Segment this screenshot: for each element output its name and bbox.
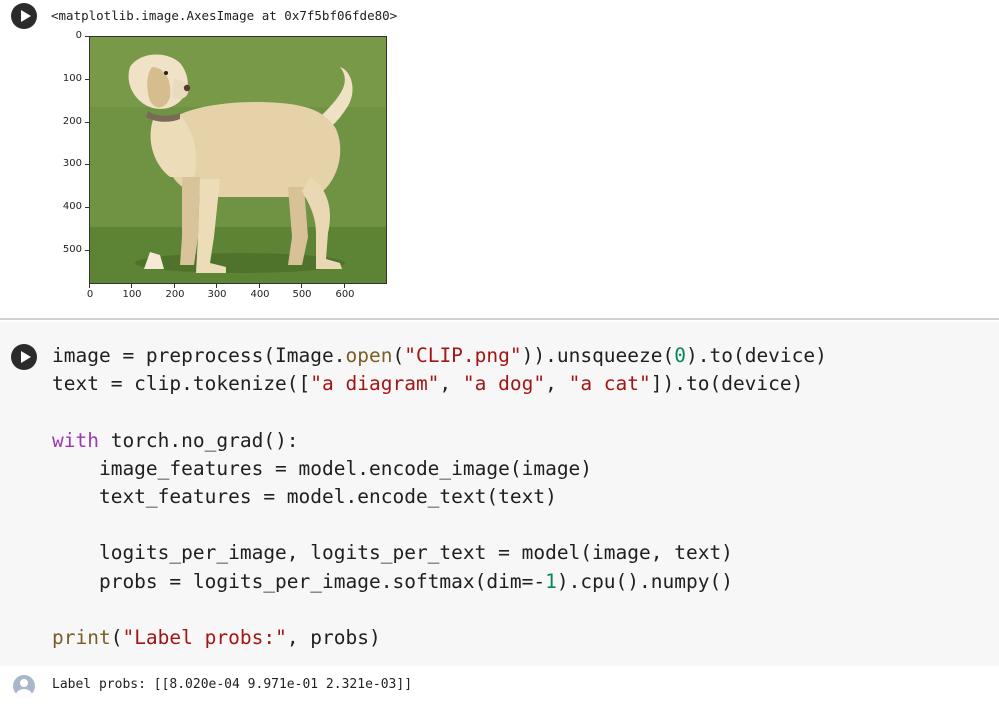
y-tick-label: 500 — [62, 244, 82, 255]
code-editor[interactable]: image = preprocess(Image.open("CLIP.png"… — [52, 342, 827, 652]
y-tick-label: 400 — [62, 201, 82, 212]
image-plot: 0 100 200 300 400 500 0 100 200 300 400 … — [40, 30, 440, 310]
output-cell: <matplotlib.image.AxesImage at 0x7f5bf06… — [0, 0, 999, 320]
code-line[interactable] — [52, 398, 827, 426]
output-text: Label probs: [[8.020e-04 9.971e-01 2.321… — [52, 677, 413, 692]
x-tick-label: 100 — [122, 289, 142, 300]
y-tick-label: 0 — [75, 30, 82, 41]
labrador-dog-icon — [90, 37, 386, 283]
code-line[interactable]: probs = logits_per_image.softmax(dim=-1)… — [52, 568, 827, 596]
x-tick-label: 400 — [250, 289, 270, 300]
code-line[interactable] — [52, 511, 827, 539]
code-line[interactable]: image_features = model.encode_image(imag… — [52, 455, 827, 483]
code-line[interactable]: logits_per_image, logits_per_text = mode… — [52, 539, 827, 567]
cell-divider — [0, 318, 999, 320]
x-tick-label: 500 — [292, 289, 312, 300]
code-line[interactable]: print("Label probs:", probs) — [52, 624, 827, 652]
run-cell-button[interactable] — [11, 344, 37, 370]
x-tick-label: 600 — [335, 289, 355, 300]
code-cell[interactable]: image = preprocess(Image.open("CLIP.png"… — [0, 322, 999, 666]
y-tick-label: 100 — [62, 73, 82, 84]
dog-photo-image — [89, 36, 387, 284]
code-line[interactable]: with torch.no_grad(): — [52, 427, 827, 455]
cell-output: Label probs: [[8.020e-04 9.971e-01 2.321… — [0, 666, 999, 706]
play-icon — [20, 10, 31, 22]
x-tick-label: 0 — [86, 289, 94, 300]
avatar-icon — [13, 675, 35, 697]
code-line[interactable]: image = preprocess(Image.open("CLIP.png"… — [52, 342, 827, 370]
axes-image-repr: <matplotlib.image.AxesImage at 0x7f5bf06… — [51, 8, 398, 23]
x-tick-label: 300 — [207, 289, 227, 300]
x-tick-label: 200 — [165, 289, 185, 300]
code-line[interactable]: text_features = model.encode_text(text) — [52, 483, 827, 511]
run-cell-button[interactable] — [11, 3, 37, 29]
y-tick-label: 200 — [62, 116, 82, 127]
code-line[interactable] — [52, 596, 827, 624]
code-line[interactable]: text = clip.tokenize(["a diagram", "a do… — [52, 370, 827, 398]
y-tick-label: 300 — [62, 158, 82, 169]
play-icon — [20, 351, 31, 363]
